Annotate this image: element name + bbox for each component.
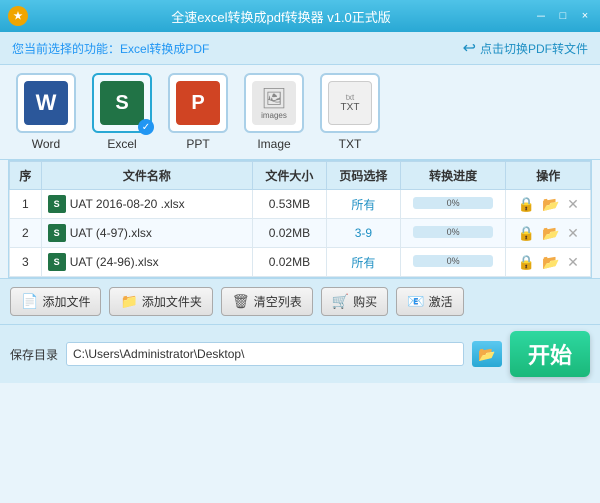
cell-pages[interactable]: 3-9 [326,219,400,248]
cell-size: 0.02MB [252,219,326,248]
mode-txt-label: TXT [339,137,362,151]
clear-list-button[interactable]: 🗑 清空列表 [221,287,313,316]
add-file-icon: 📄 [21,293,38,310]
mode-ppt-label: PPT [186,137,209,151]
title-bar: ★ 全速excel转换成pdf转换器 v1.0正式版 － □ × [0,0,600,32]
excel-file-icon: S [48,253,66,271]
cell-actions: 🔒 📂 ✕ [506,248,591,277]
cell-size: 0.02MB [252,248,326,277]
app-icon: ★ [8,6,28,26]
close-button[interactable]: × [578,9,592,23]
cell-seq: 2 [10,219,42,248]
col-pages: 页码选择 [326,162,400,190]
window-controls: － □ × [534,9,592,23]
minimize-button[interactable]: － [534,9,548,23]
mode-image[interactable]: 🖼 images Image [244,73,304,151]
cell-size: 0.53MB [252,190,326,219]
cell-name: S UAT (24-96).xlsx [41,248,252,277]
add-folder-button[interactable]: 📁 添加文件夹 [109,287,212,316]
app-title: 全速excel转换成pdf转换器 v1.0正式版 [28,7,534,26]
col-seq: 序 [10,162,42,190]
mode-image-label: Image [257,137,290,151]
activate-icon: 📧 [407,293,424,310]
table-row: 3 S UAT (24-96).xlsx 0.02MB 所有 0% 🔒 📂 ✕ [10,248,591,277]
lock-icon[interactable]: 🔒 [518,225,535,242]
remove-icon[interactable]: ✕ [567,196,579,213]
save-path-input[interactable] [66,342,464,366]
bottom-bar: 📄 添加文件 📁 添加文件夹 🗑 清空列表 🛒 购买 📧 激活 [0,278,600,324]
cell-progress: 0% [400,190,506,219]
mode-txt[interactable]: txt TXT TXT [320,73,380,151]
word-icon: W [24,81,68,125]
ppt-icon: P [176,81,220,125]
switch-button[interactable]: ↩ 点击切换PDF转文件 [463,38,588,58]
lock-icon[interactable]: 🔒 [518,196,535,213]
cell-pages[interactable]: 所有 [326,248,400,277]
add-file-button[interactable]: 📄 添加文件 [10,287,101,316]
browse-folder-button[interactable]: 📂 [472,341,502,367]
cell-name: S UAT 2016-08-20 .xlsx [41,190,252,219]
mode-excel[interactable]: S ✓ Excel [92,73,152,151]
maximize-button[interactable]: □ [556,9,570,23]
func-prefix: 您当前选择的功能： [12,42,120,56]
mode-excel-label: Excel [107,137,136,151]
open-folder-icon[interactable]: 📂 [542,225,559,242]
col-progress: 转换进度 [400,162,506,190]
image-icon: 🖼 images [252,81,296,125]
check-badge: ✓ [138,119,154,135]
txt-icon: txt TXT [328,81,372,125]
cell-seq: 1 [10,190,42,219]
excel-icon: S [100,81,144,125]
function-bar: 您当前选择的功能：Excel转换成PDF ↩ 点击切换PDF转文件 [0,32,600,65]
col-name: 文件名称 [41,162,252,190]
cell-actions: 🔒 📂 ✕ [506,219,591,248]
mode-ppt[interactable]: P PPT [168,73,228,151]
col-size: 文件大小 [252,162,326,190]
func-name: Excel转换成PDF [120,42,209,56]
mode-bar: W Word S ✓ Excel P PPT 🖼 images Image tx… [0,65,600,160]
file-table: 序 文件名称 文件大小 页码选择 转换进度 操作 1 S UAT 2016-08… [9,161,591,277]
cell-progress: 0% [400,219,506,248]
table-row: 1 S UAT 2016-08-20 .xlsx 0.53MB 所有 0% 🔒 … [10,190,591,219]
cell-pages[interactable]: 所有 [326,190,400,219]
cell-progress: 0% [400,248,506,277]
excel-file-icon: S [48,224,66,242]
file-table-container: 序 文件名称 文件大小 页码选择 转换进度 操作 1 S UAT 2016-08… [8,160,592,278]
save-bar: 保存目录 📂 开始 [0,324,600,383]
buy-icon: 🛒 [332,293,349,310]
col-actions: 操作 [506,162,591,190]
add-folder-icon: 📁 [120,293,137,310]
folder-icon: 📂 [478,346,495,363]
remove-icon[interactable]: ✕ [567,254,579,271]
cell-actions: 🔒 📂 ✕ [506,190,591,219]
open-folder-icon[interactable]: 📂 [542,196,559,213]
activate-button[interactable]: 📧 激活 [396,287,463,316]
mode-word[interactable]: W Word [16,73,76,151]
save-label: 保存目录 [10,346,58,363]
mode-word-label: Word [32,137,60,151]
lock-icon[interactable]: 🔒 [518,254,535,271]
clear-icon: 🗑 [232,293,250,310]
start-button[interactable]: 开始 [510,331,590,377]
current-function: 您当前选择的功能：Excel转换成PDF [12,40,209,57]
table-row: 2 S UAT (4-97).xlsx 0.02MB 3-9 0% 🔒 📂 ✕ [10,219,591,248]
open-folder-icon[interactable]: 📂 [542,254,559,271]
cell-seq: 3 [10,248,42,277]
excel-file-icon: S [48,195,66,213]
table-header: 序 文件名称 文件大小 页码选择 转换进度 操作 [10,162,591,190]
cell-name: S UAT (4-97).xlsx [41,219,252,248]
buy-button[interactable]: 🛒 购买 [321,287,388,316]
remove-icon[interactable]: ✕ [567,225,579,242]
